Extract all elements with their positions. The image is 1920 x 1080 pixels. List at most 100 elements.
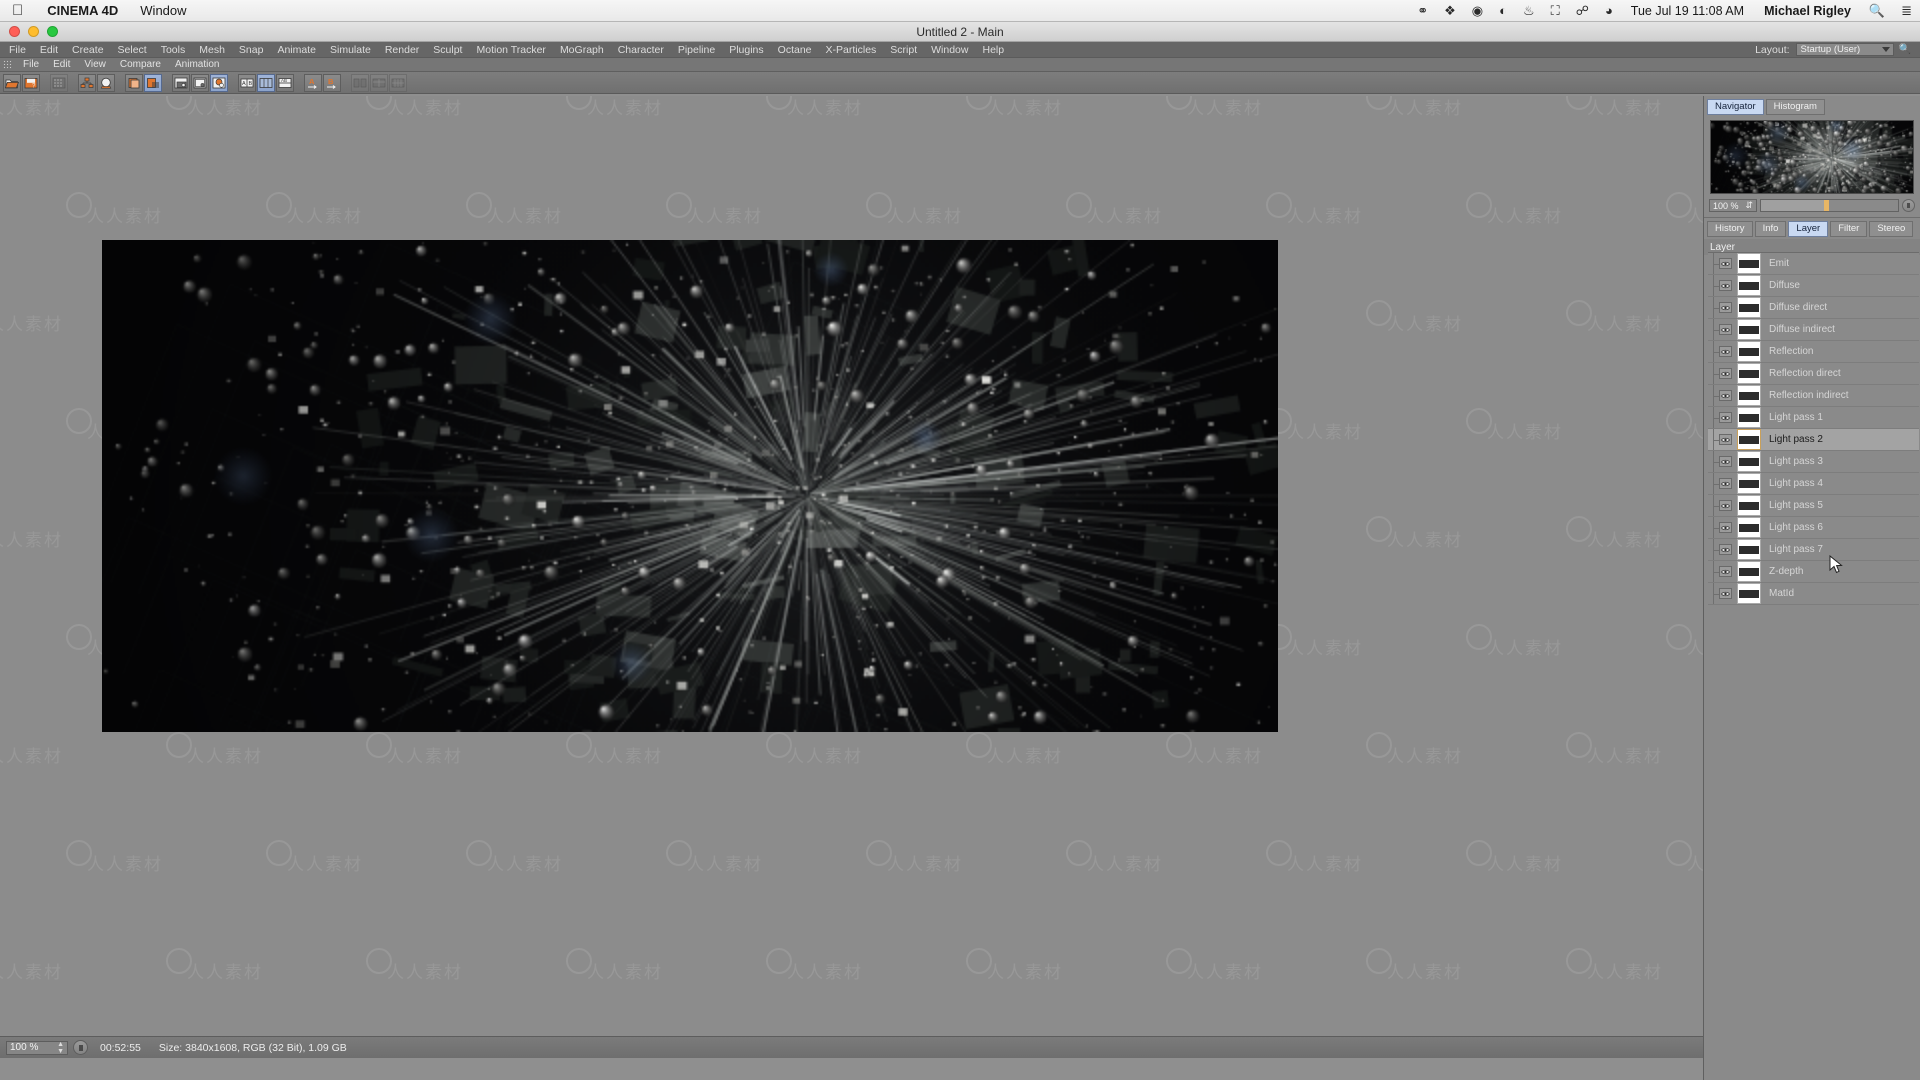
menubar-clock[interactable]: Tue Jul 19 11:08 AM	[1621, 4, 1754, 18]
layer-row[interactable]: Diffuse	[1708, 275, 1919, 297]
layer-thumbnail[interactable]	[1737, 385, 1761, 406]
layer-row[interactable]: Light pass 2	[1708, 429, 1919, 451]
menu-item-x-particles[interactable]: X-Particles	[819, 42, 884, 58]
zoom-level-field[interactable]: 100 % ▲ ▼	[6, 1040, 68, 1055]
layer-visibility-toggle[interactable]	[1719, 324, 1732, 335]
menu-item-animate[interactable]: Animate	[270, 42, 323, 58]
menu-item-motion-tracker[interactable]: Motion Tracker	[469, 42, 552, 58]
view-fit-button[interactable]	[191, 73, 209, 92]
layer-thumbnail[interactable]	[1737, 407, 1761, 428]
anim-grid-button[interactable]	[389, 73, 407, 92]
menu-item-sculpt[interactable]: Sculpt	[426, 42, 469, 58]
nvidia-icon[interactable]: ◐	[1491, 0, 1515, 22]
magnifier-icon[interactable]: 🔍	[1894, 44, 1916, 55]
navigator-zoom-field[interactable]: 100 % ⇵	[1709, 199, 1757, 212]
layer-row[interactable]: Light pass 4	[1708, 473, 1919, 495]
layer-row[interactable]: Diffuse indirect	[1708, 319, 1919, 341]
layer-row[interactable]: Light pass 6	[1708, 517, 1919, 539]
menu-item-create[interactable]: Create	[65, 42, 111, 58]
layer-row[interactable]: Emit	[1708, 253, 1919, 275]
menu-item-character[interactable]: Character	[611, 42, 671, 58]
tab-histogram[interactable]: Histogram	[1765, 99, 1825, 115]
layer-visibility-toggle[interactable]	[1719, 346, 1732, 357]
multipass-layer-list[interactable]: Emit Diffuse Diffuse direct Diffuse indirec…	[1708, 252, 1919, 1078]
layer-visibility-toggle[interactable]	[1719, 566, 1732, 577]
layer-row[interactable]: Diffuse direct	[1708, 297, 1919, 319]
anim-table-button[interactable]	[370, 73, 388, 92]
layer-row[interactable]: Light pass 7	[1708, 539, 1919, 561]
set-a-button[interactable]: A	[304, 73, 322, 92]
layer-visibility-toggle[interactable]	[1719, 434, 1732, 445]
send-to-button[interactable]	[78, 73, 96, 92]
tab-layer[interactable]: Layer	[1788, 221, 1829, 237]
menu-item-plugins[interactable]: Plugins	[722, 42, 770, 58]
rendered-image-frame[interactable]	[102, 240, 1278, 732]
flame-icon[interactable]: ♨	[1515, 0, 1543, 22]
tab-filter[interactable]: Filter	[1830, 221, 1868, 237]
layer-thumbnail[interactable]	[1737, 253, 1761, 274]
open-image-button[interactable]	[3, 73, 21, 92]
search-icon[interactable]: 🔍	[1861, 0, 1893, 22]
layer-visibility-toggle[interactable]	[1719, 368, 1732, 379]
filmstrip-button[interactable]	[50, 73, 68, 92]
navigator-zoom-slider[interactable]	[1760, 199, 1899, 212]
menu-item-simulate[interactable]: Simulate	[323, 42, 378, 58]
growl-icon[interactable]: ⚭	[1409, 0, 1436, 22]
layer-visibility-toggle[interactable]	[1719, 522, 1732, 533]
save-image-button[interactable]: ?	[22, 73, 40, 92]
layer-visibility-toggle[interactable]	[1719, 258, 1732, 269]
menu-item-edit[interactable]: Edit	[33, 42, 65, 58]
menubar-window-menu[interactable]: Window	[129, 0, 197, 22]
record-button-icon[interactable]	[73, 1040, 88, 1055]
viewer-menu-item-compare[interactable]: Compare	[113, 58, 168, 72]
menu-item-render[interactable]: Render	[378, 42, 426, 58]
viewer-menu-item-file[interactable]: File	[16, 58, 46, 72]
layer-row[interactable]: Light pass 1	[1708, 407, 1919, 429]
notification-center-icon[interactable]: ≣	[1893, 0, 1920, 22]
layer-row[interactable]: Z-depth	[1708, 561, 1919, 583]
menu-item-help[interactable]: Help	[975, 42, 1011, 58]
layer-visibility-toggle[interactable]	[1719, 412, 1732, 423]
anim-prev-button[interactable]	[351, 73, 369, 92]
layer-row[interactable]: MatId	[1708, 583, 1919, 605]
menu-item-mograph[interactable]: MoGraph	[553, 42, 611, 58]
compare-ab-button[interactable]: AB	[238, 73, 256, 92]
airplay-icon[interactable]: ⛶	[1543, 0, 1568, 22]
bluetooth-icon[interactable]: ☍	[1568, 0, 1597, 22]
layer-thumbnail[interactable]	[1737, 341, 1761, 362]
rendered-image[interactable]	[102, 240, 1278, 732]
layer-row[interactable]: Light pass 5	[1708, 495, 1919, 517]
menu-item-window[interactable]: Window	[924, 42, 975, 58]
menu-item-octane[interactable]: Octane	[771, 42, 819, 58]
layer-row[interactable]: Light pass 3	[1708, 451, 1919, 473]
menu-item-tools[interactable]: Tools	[154, 42, 193, 58]
navigator-reset-button[interactable]	[1902, 199, 1915, 212]
copy-layers-button[interactable]	[125, 73, 143, 92]
apple-icon[interactable]: 	[12, 3, 23, 18]
tab-stereo[interactable]: Stereo	[1869, 221, 1914, 237]
dropbox-alt-icon[interactable]: ◉	[1464, 0, 1491, 22]
slider-knob[interactable]	[1824, 200, 1830, 211]
layer-thumbnail[interactable]	[1737, 517, 1761, 538]
dropbox-icon[interactable]: ❖	[1436, 0, 1464, 22]
layer-thumbnail[interactable]	[1737, 363, 1761, 384]
wifi-icon[interactable]: ◕	[1597, 0, 1621, 22]
compare-grid-button[interactable]	[257, 73, 275, 92]
menu-item-file[interactable]: File	[2, 42, 33, 58]
layer-thumbnail[interactable]	[1737, 539, 1761, 560]
layer-visibility-toggle[interactable]	[1719, 456, 1732, 467]
view-compare-button[interactable]	[210, 73, 228, 92]
set-b-button[interactable]: B	[323, 73, 341, 92]
tab-navigator[interactable]: Navigator	[1707, 99, 1764, 115]
layer-thumbnail[interactable]	[1737, 451, 1761, 472]
menubar-username[interactable]: Michael Rigley	[1754, 4, 1861, 18]
layer-visibility-toggle[interactable]	[1719, 500, 1732, 511]
layer-visibility-toggle[interactable]	[1719, 478, 1732, 489]
layout-dropdown[interactable]: Startup (User)	[1795, 43, 1894, 56]
layer-visibility-toggle[interactable]	[1719, 390, 1732, 401]
drag-grip-icon[interactable]	[3, 60, 12, 69]
layer-thumbnail[interactable]	[1737, 495, 1761, 516]
view-single-button[interactable]	[172, 73, 190, 92]
layer-row[interactable]: Reflection	[1708, 341, 1919, 363]
picture-viewer-canvas-area[interactable]: 人人素材人人素材人人素材人人素材人人素材人人素材人人素材人人素材人人素材人人素材…	[0, 96, 1703, 1058]
